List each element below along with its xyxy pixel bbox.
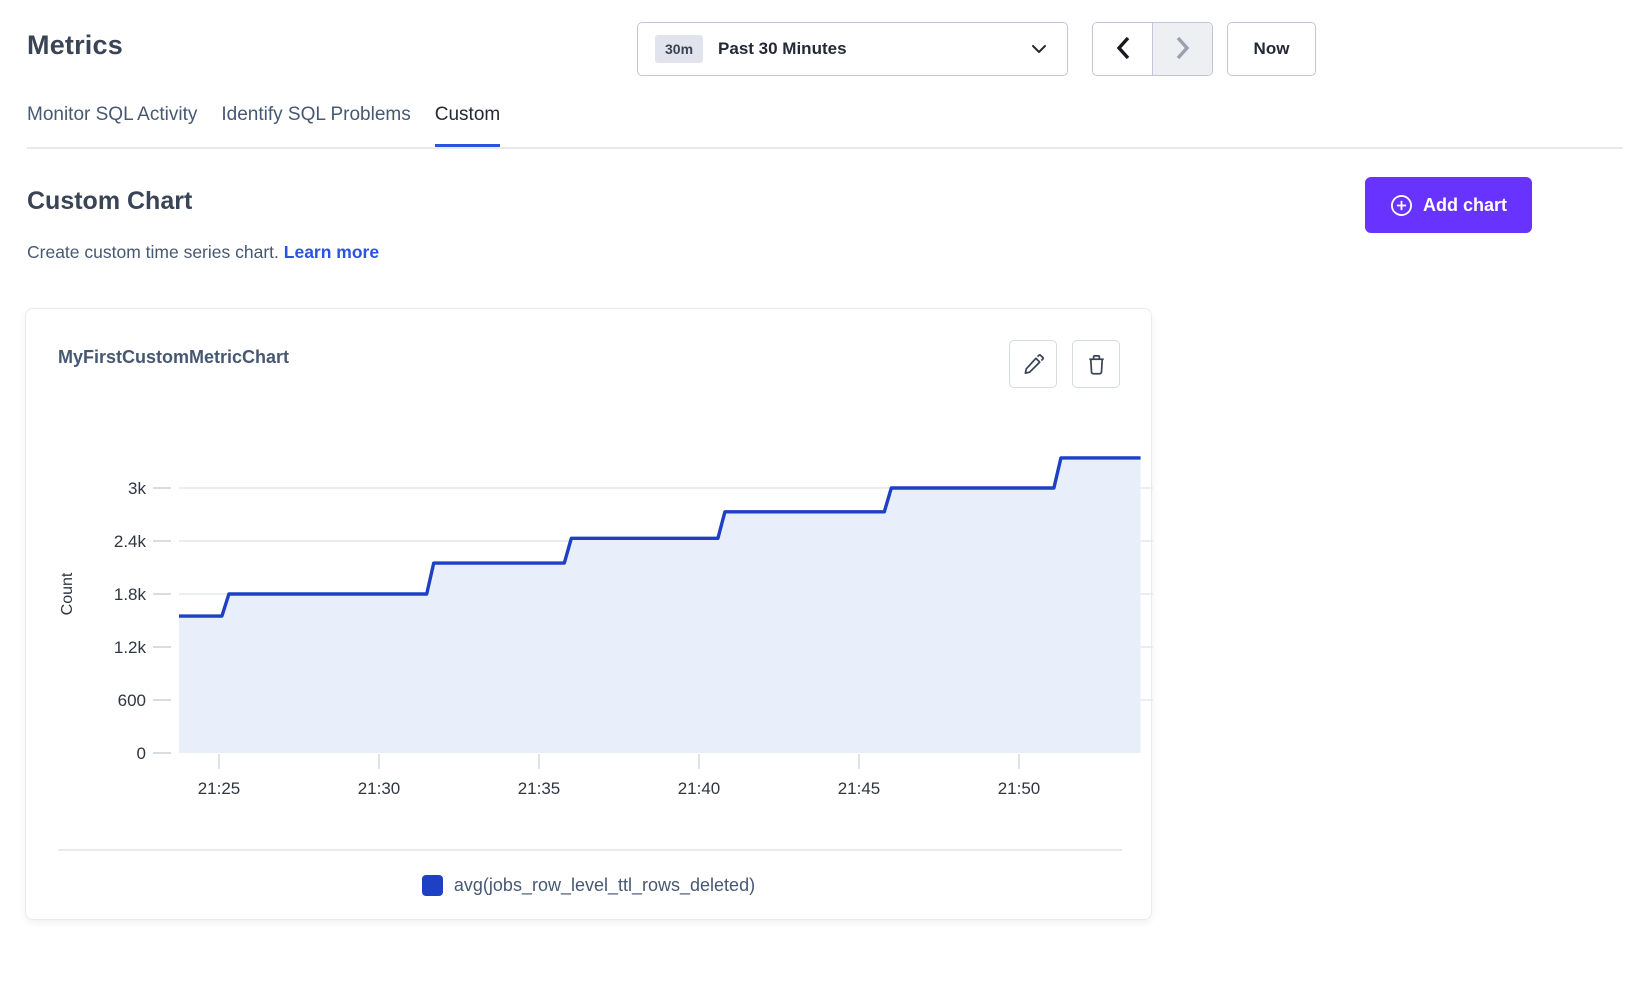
add-chart-label: Add chart [1423,195,1507,216]
tab-divider [27,147,1623,149]
delete-chart-button[interactable] [1072,340,1120,388]
time-window-label: Past 30 Minutes [718,39,847,59]
learn-more-link[interactable]: Learn more [284,242,379,262]
metrics-page: Metrics 30m Past 30 Minutes Now Monitor … [0,0,1650,982]
time-nav-group [1092,22,1213,76]
svg-text:Count: Count [59,572,76,615]
time-series-chart: 0 600 1.2k 1.8k 2.4k 3k 21:25 21:30 21:35 21:40 21… [58,421,1153,813]
svg-text:600: 600 [118,691,146,710]
edit-chart-button[interactable] [1009,340,1057,388]
legend-divider [58,849,1122,851]
add-chart-button[interactable]: Add chart [1365,177,1532,233]
svg-text:1.8k: 1.8k [114,585,147,604]
plus-circle-icon [1390,194,1413,217]
chart-card: MyFirstCustomMetricChart 0 600 1.2k 1.8k 2.4… [25,308,1152,920]
svg-text:0: 0 [137,744,146,763]
tab-identify-sql-problems[interactable]: Identify SQL Problems [221,104,410,148]
svg-text:21:30: 21:30 [358,779,401,798]
chart-title: MyFirstCustomMetricChart [58,347,289,368]
svg-text:21:50: 21:50 [998,779,1041,798]
section-heading: Custom Chart [27,187,192,216]
trash-icon [1085,353,1108,376]
legend-swatch [422,875,443,896]
tab-custom[interactable]: Custom [435,104,500,148]
prev-time-button[interactable] [1093,23,1152,75]
svg-text:2.4k: 2.4k [114,532,147,551]
chart-legend: avg(jobs_row_level_ttl_rows_deleted) [26,875,1151,896]
section-description: Create custom time series chart. Learn m… [27,242,379,263]
svg-text:21:45: 21:45 [838,779,881,798]
chevron-down-icon [1031,44,1047,54]
time-window-badge: 30m [655,35,703,63]
svg-text:1.2k: 1.2k [114,638,147,657]
pencil-icon [1022,353,1045,376]
tab-bar: Monitor SQL Activity Identify SQL Proble… [27,104,500,148]
tab-monitor-sql-activity[interactable]: Monitor SQL Activity [27,104,197,148]
chevron-right-icon [1174,35,1192,64]
svg-text:21:25: 21:25 [198,779,241,798]
next-time-button[interactable] [1152,23,1212,75]
page-title: Metrics [27,30,123,61]
now-button[interactable]: Now [1227,22,1316,76]
svg-text:21:40: 21:40 [678,779,721,798]
svg-text:3k: 3k [128,479,146,498]
svg-text:21:35: 21:35 [518,779,561,798]
time-window-selector[interactable]: 30m Past 30 Minutes [637,22,1068,76]
chevron-left-icon [1114,35,1132,64]
description-text: Create custom time series chart. [27,242,279,262]
legend-label: avg(jobs_row_level_ttl_rows_deleted) [454,875,755,896]
